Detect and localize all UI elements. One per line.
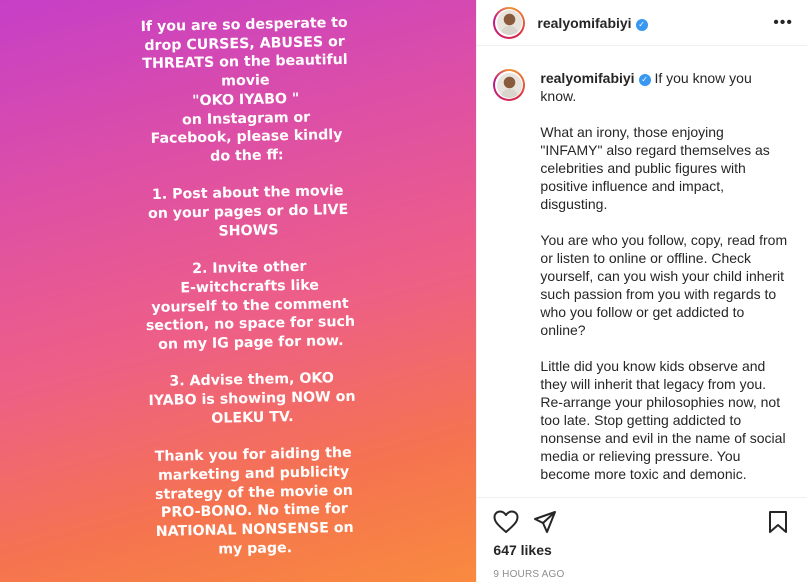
caption-avatar-photo	[496, 72, 522, 98]
story-text: If you are so desperate to drop CURSES, …	[140, 14, 356, 558]
avatar[interactable]	[493, 6, 526, 39]
caption: realyomifabiyi ✓ If you know you know. Wh…	[477, 61, 807, 497]
caption-paragraph: You are who you follow, copy, read from …	[540, 232, 788, 338]
more-options-icon[interactable]: •••	[773, 14, 793, 32]
paper-plane-icon[interactable]	[533, 510, 557, 534]
likes-count[interactable]: 647 likes	[493, 542, 551, 558]
caption-paragraph: What an irony, those enjoying "INFAMY" a…	[540, 124, 770, 212]
post-sidebar: realyomifabiyi ✓ ••• realyomifabiyi ✓ If y…	[476, 0, 807, 582]
post-timestamp[interactable]: 9 HOURS AGO	[493, 569, 564, 580]
caption-username[interactable]: realyomifabiyi ✓	[540, 70, 651, 86]
post-actions: 647 likes 9 HOURS AGO	[477, 497, 807, 580]
caption-paragraph: Little did you know kids observe and the…	[540, 358, 786, 482]
comments-section[interactable]: realyomifabiyi ✓ If you know you know. Wh…	[477, 61, 807, 497]
caption-verified-badge-icon: ✓	[638, 74, 651, 86]
avatar-photo	[496, 10, 522, 35]
header-username[interactable]: realyomifabiyi ✓	[537, 15, 648, 31]
post-media[interactable]: If you are so desperate to drop CURSES, …	[0, 0, 477, 582]
action-icons	[477, 498, 807, 542]
caption-avatar[interactable]	[493, 69, 526, 101]
verified-badge-icon: ✓	[635, 18, 648, 31]
bookmark-icon[interactable]	[767, 510, 789, 534]
heart-icon[interactable]	[493, 510, 519, 534]
caption-body: realyomifabiyi ✓ If you know you know. Wh…	[540, 69, 787, 497]
post-header: realyomifabiyi ✓ •••	[477, 0, 807, 46]
instagram-post: If you are so desperate to drop CURSES, …	[0, 0, 807, 582]
